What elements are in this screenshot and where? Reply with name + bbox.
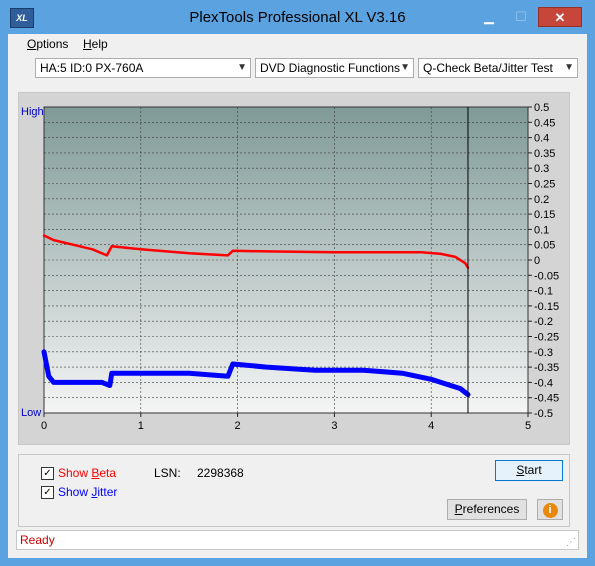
preferences-button[interactable]: Preferences	[447, 499, 527, 520]
chart-panel: 0.5 0.45 0.4 0.35 0.3 0.25 0.2 0.15 0.1 0.05 0 -0.0…	[18, 92, 570, 445]
high-label: High	[21, 106, 44, 118]
window-title: PlexTools Professional XL V3.16	[189, 9, 406, 26]
y-tick-label: -0.4	[534, 377, 553, 389]
y-tick-label: 0.25	[534, 179, 555, 191]
y-tick-label: -0.15	[534, 301, 559, 313]
drive-select[interactable]: HA:5 ID:0 PX-760A ▼	[35, 58, 251, 78]
y-tick-label: -0.25	[534, 332, 559, 344]
test-select[interactable]: Q-Check Beta/Jitter Test ▼	[418, 58, 578, 78]
y-tick-label: -0.35	[534, 362, 559, 374]
x-tick-label: 4	[428, 420, 434, 432]
menu-options[interactable]: Options	[27, 37, 68, 51]
info-icon: i	[542, 503, 558, 518]
info-button[interactable]: i	[537, 499, 563, 520]
y-tick-label: 0.35	[534, 148, 555, 160]
control-panel: ✓ Show Beta ✓ Show Jitter LSN: 2298368 S…	[18, 454, 570, 527]
y-tick-label: 0.4	[534, 133, 549, 145]
minimize-button[interactable]: ▁	[476, 7, 502, 27]
x-tick-label: 5	[525, 420, 531, 432]
x-tick-label: 3	[331, 420, 337, 432]
y-tick-label: -0.1	[534, 286, 553, 298]
resize-grip-icon[interactable]: ⋰	[566, 537, 578, 549]
y-tick-label: 0.15	[534, 209, 555, 221]
function-select[interactable]: DVD Diagnostic Functions ▼	[255, 58, 414, 78]
app-window: XL PlexTools Professional XL V3.16 ▁ ☐ ✕…	[0, 0, 595, 566]
lsn-value: 2298368	[197, 466, 244, 480]
close-button[interactable]: ✕	[538, 7, 582, 27]
start-button[interactable]: Start	[495, 460, 563, 481]
menu-help[interactable]: Help	[83, 37, 108, 51]
y-tick-label: 0.05	[534, 240, 555, 252]
y-tick-label: 0.5	[534, 102, 549, 114]
y-tick-label: -0.3	[534, 347, 553, 359]
y-tick-label: -0.5	[534, 408, 553, 420]
x-tick-label: 0	[41, 420, 47, 432]
y-tick-label: 0.3	[534, 163, 549, 175]
menu-bar: Options Help	[8, 34, 587, 54]
y-tick-label: -0.2	[534, 316, 553, 328]
chevron-down-icon: ▼	[237, 62, 247, 73]
status-text: Ready	[20, 533, 55, 547]
y-tick-label: -0.05	[534, 270, 559, 282]
show-beta-checkbox[interactable]: ✓	[41, 467, 54, 480]
beta-jitter-chart: 0.5 0.45 0.4 0.35 0.3 0.25 0.2 0.15 0.1 0.05 0 -0.0…	[21, 102, 559, 432]
y-tick-label: 0	[534, 255, 540, 267]
low-label: Low	[21, 407, 41, 419]
show-beta-label[interactable]: Show Beta	[58, 466, 116, 480]
maximize-button[interactable]: ☐	[508, 7, 534, 27]
chevron-down-icon: ▼	[400, 62, 410, 73]
x-tick-label: 1	[138, 420, 144, 432]
lsn-label: LSN:	[154, 466, 181, 480]
status-bar: Ready ⋰	[16, 530, 579, 550]
client-area: Options Help HA:5 ID:0 PX-760A ▼ DVD Dia…	[8, 34, 587, 558]
y-tick-label: 0.2	[534, 194, 549, 206]
show-jitter-checkbox[interactable]: ✓	[41, 486, 54, 499]
x-tick-label: 2	[235, 420, 241, 432]
title-bar[interactable]: XL PlexTools Professional XL V3.16 ▁ ☐ ✕	[0, 0, 595, 34]
chevron-down-icon: ▼	[564, 62, 574, 73]
show-jitter-label[interactable]: Show Jitter	[58, 485, 117, 499]
y-tick-label: -0.45	[534, 393, 559, 405]
y-tick-label: 0.1	[534, 224, 549, 236]
y-tick-label: 0.45	[534, 117, 555, 129]
